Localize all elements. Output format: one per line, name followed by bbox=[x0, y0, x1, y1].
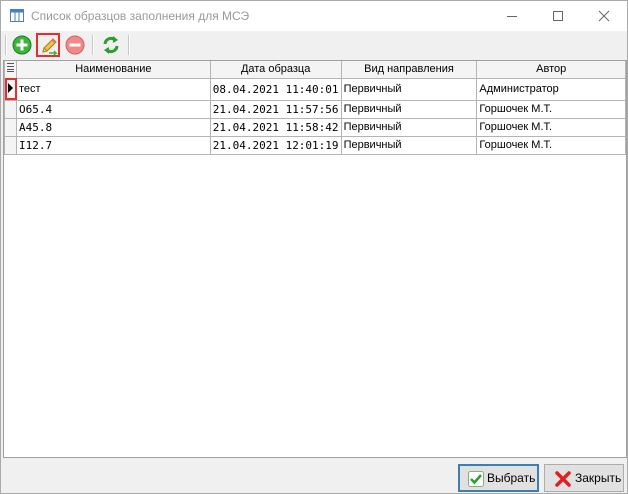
toolbar-grip[interactable] bbox=[5, 35, 7, 55]
pencil-icon bbox=[42, 38, 58, 56]
window-title: Список образцов заполнения для МСЭ bbox=[31, 9, 250, 23]
cell-type[interactable]: Первичный bbox=[340, 135, 478, 155]
column-header-type[interactable]: Вид направления bbox=[340, 61, 478, 79]
cell-type[interactable]: Первичный bbox=[340, 99, 478, 119]
row-indicator[interactable] bbox=[4, 117, 17, 137]
column-chooser-button[interactable] bbox=[4, 61, 17, 79]
table-icon bbox=[10, 9, 24, 22]
close-dialog-button[interactable]: Закрыть bbox=[544, 464, 624, 492]
cell-date[interactable]: 21.04.2021 11:57:56 bbox=[209, 99, 342, 119]
table-row[interactable]: O65.4 21.04.2021 11:57:56 Первичный Горш… bbox=[4, 99, 626, 119]
column-header-name[interactable]: Наименование bbox=[16, 61, 211, 79]
table-row[interactable]: A45.8 21.04.2021 11:58:42 Первичный Горш… bbox=[4, 117, 626, 137]
close-dialog-button-label: Закрыть bbox=[575, 471, 622, 485]
table-header-row: Наименование Дата образца Вид направлени… bbox=[4, 61, 626, 79]
cell-date[interactable]: 08.04.2021 11:40:01 bbox=[209, 77, 342, 101]
cell-type[interactable]: Первичный bbox=[340, 77, 478, 101]
cell-name[interactable]: A45.8 bbox=[16, 117, 211, 137]
current-row-arrow-icon bbox=[8, 82, 13, 93]
refresh-button[interactable] bbox=[99, 33, 123, 57]
maximize-button[interactable] bbox=[535, 1, 581, 31]
row-indicator[interactable] bbox=[4, 99, 17, 119]
dialog-window: Список образцов заполнения для МСЭ Наиме… bbox=[0, 0, 628, 494]
cell-date[interactable]: 21.04.2021 11:58:42 bbox=[209, 117, 342, 137]
cell-author[interactable]: Горшочек М.Т. bbox=[476, 117, 626, 137]
toolbar-separator bbox=[92, 35, 94, 55]
cell-name[interactable]: O65.4 bbox=[16, 99, 211, 119]
column-header-author[interactable]: Автор bbox=[476, 61, 626, 79]
add-button[interactable] bbox=[10, 33, 34, 57]
cell-name[interactable]: I12.7 bbox=[16, 135, 211, 155]
toolbar bbox=[1, 31, 627, 59]
column-list-icon bbox=[7, 63, 14, 73]
table-row[interactable]: тест 08.04.2021 11:40:01 Первичный Админ… bbox=[4, 77, 626, 101]
select-button-label: Выбрать bbox=[487, 471, 536, 485]
cell-author[interactable]: Горшочек М.Т. bbox=[476, 135, 626, 155]
toolbar-separator bbox=[128, 35, 130, 55]
minus-circle-icon bbox=[65, 35, 85, 55]
close-button[interactable] bbox=[581, 1, 627, 31]
row-indicator[interactable] bbox=[4, 77, 17, 101]
cell-name[interactable]: тест bbox=[16, 77, 211, 101]
edit-button[interactable] bbox=[36, 33, 60, 57]
plus-circle-icon bbox=[12, 35, 32, 55]
cell-type[interactable]: Первичный bbox=[340, 117, 478, 137]
samples-grid[interactable]: Наименование Дата образца Вид направлени… bbox=[3, 60, 627, 458]
refresh-icon bbox=[103, 36, 119, 54]
red-x-icon bbox=[555, 471, 571, 487]
minimize-button[interactable] bbox=[489, 1, 535, 31]
delete-button[interactable] bbox=[63, 33, 87, 57]
row-indicator[interactable] bbox=[4, 135, 17, 155]
select-button[interactable]: Выбрать bbox=[458, 464, 539, 492]
checkmark-icon bbox=[468, 471, 484, 487]
samples-table: Наименование Дата образца Вид направлени… bbox=[4, 61, 626, 155]
title-bar: Список образцов заполнения для МСЭ bbox=[1, 1, 627, 31]
cell-author[interactable]: Администратор bbox=[476, 77, 626, 101]
cell-author[interactable]: Горшочек М.Т. bbox=[476, 99, 626, 119]
column-header-date[interactable]: Дата образца bbox=[209, 61, 342, 79]
table-row[interactable]: I12.7 21.04.2021 12:01:19 Первичный Горш… bbox=[4, 135, 626, 155]
cell-date[interactable]: 21.04.2021 12:01:19 bbox=[209, 135, 342, 155]
